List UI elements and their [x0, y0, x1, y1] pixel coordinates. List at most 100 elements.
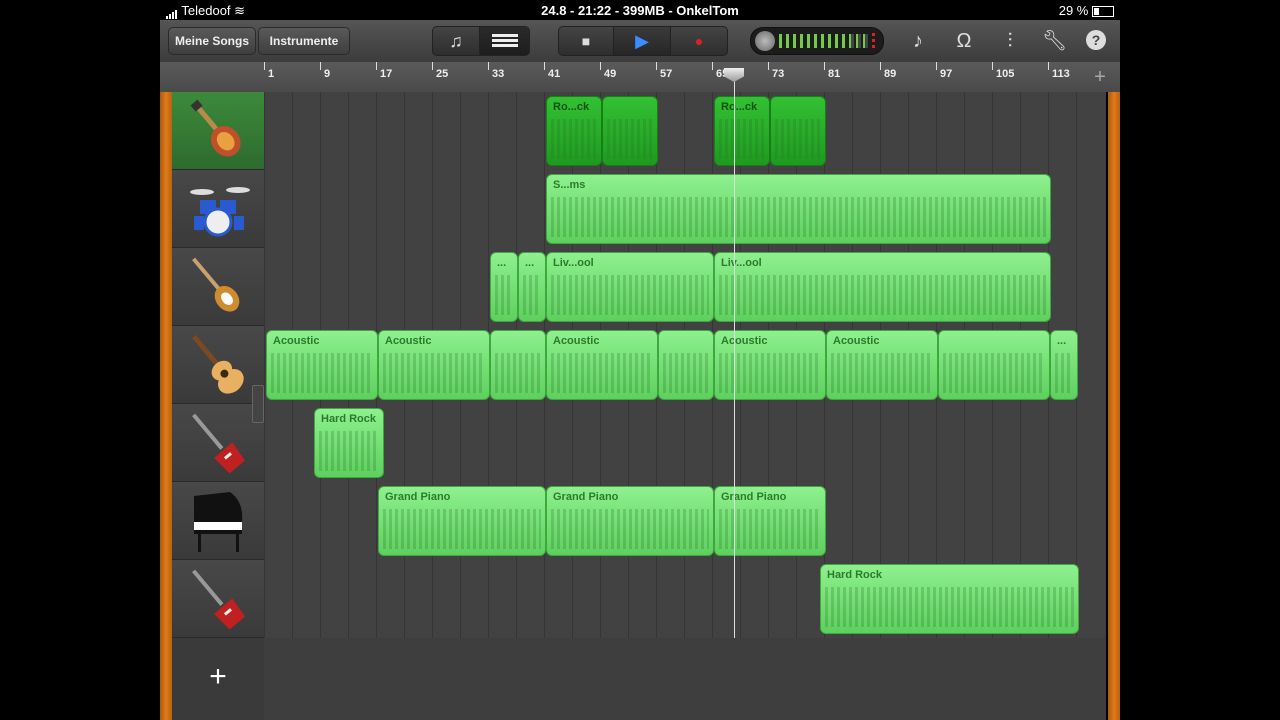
region[interactable]: Hard Rock [820, 564, 1079, 634]
drum-kit-icon [190, 187, 250, 237]
electric-guitar-red-icon [192, 413, 245, 474]
electric-guitar-red-icon [192, 569, 245, 630]
status-bar: Teledoof ≋ 24.8 - 21:22 - 399MB - OnkelT… [160, 0, 1120, 20]
metronome-icon[interactable]: Ω [952, 29, 976, 53]
region[interactable]: Hard Rock [314, 408, 384, 478]
grand-piano-icon [194, 492, 243, 552]
region[interactable] [770, 96, 826, 166]
battery-icon [1092, 6, 1114, 18]
track-lane-1[interactable] [264, 92, 1106, 171]
ruler-tick [264, 62, 265, 70]
ruler-bar-label: 1 [268, 68, 275, 80]
region[interactable]: Ro...ck [714, 96, 770, 166]
add-track-button[interactable]: + [172, 637, 264, 720]
ruler-tick [600, 62, 601, 70]
track-header-6[interactable] [172, 482, 264, 560]
ruler-bar-label: 73 [772, 68, 785, 80]
mixer-icon[interactable]: ⫶ [998, 29, 1022, 53]
ruler-tick [936, 62, 937, 70]
region[interactable] [658, 330, 714, 400]
tracks-view-button[interactable] [480, 27, 529, 55]
ruler-left-spacer [160, 62, 264, 93]
region[interactable]: Acoustic [714, 330, 826, 400]
ruler-tick [880, 62, 881, 70]
ruler-bar-label: 81 [828, 68, 841, 80]
electric-guitar-icon [190, 99, 241, 157]
track-header-5[interactable] [172, 404, 264, 482]
region[interactable]: S...ms [546, 174, 1051, 244]
region[interactable]: Grand Piano [378, 486, 546, 556]
region[interactable]: Liv...ool [546, 252, 714, 322]
battery-percent: 29 % [1058, 3, 1089, 18]
record-button[interactable]: ● [671, 27, 727, 55]
region[interactable]: Acoustic [378, 330, 490, 400]
add-section-button[interactable]: + [1080, 62, 1120, 92]
ruler-tick [768, 62, 769, 70]
ruler-bar-label: 41 [548, 68, 561, 80]
ruler-bar-label: 105 [996, 68, 1015, 80]
region[interactable]: Ro...ck [546, 96, 602, 166]
ruler-tick [544, 62, 545, 70]
toolbar: Meine Songs Instrumente ♫ ■ ▶ ● ♪ Ω ⫶ 🔧︎… [160, 20, 1120, 63]
region[interactable]: Acoustic [266, 330, 378, 400]
ruler-tick [992, 62, 993, 70]
region[interactable]: ... [1050, 330, 1078, 400]
ruler-tick [824, 62, 825, 70]
region[interactable]: ... [518, 252, 546, 322]
track-header-3[interactable] [172, 248, 264, 326]
region[interactable] [490, 330, 546, 400]
region[interactable]: Grand Piano [546, 486, 714, 556]
ruler-tick [320, 62, 321, 70]
ruler-bar-label: 113 [1052, 68, 1070, 80]
tracks-view-icon [491, 34, 518, 48]
track-header-1[interactable] [172, 92, 264, 170]
track-header-7[interactable] [172, 560, 264, 638]
right-wood-panel [1108, 92, 1120, 720]
track-grid: Ro...ck Ro...ck S...ms ... ... Liv...ool… [264, 92, 1106, 720]
instrument-view-button[interactable]: ♫ [433, 27, 480, 55]
ruler-tick [488, 62, 489, 70]
grid-line [264, 92, 265, 638]
clip-indicator [872, 33, 875, 49]
my-songs-button[interactable]: Meine Songs [168, 27, 256, 55]
ruler-bar-label: 97 [940, 68, 953, 80]
ruler-bar-label: 33 [492, 68, 505, 80]
ruler-tick [656, 62, 657, 70]
ruler-tick [432, 62, 433, 70]
help-icon[interactable]: ? [1086, 30, 1106, 50]
region[interactable]: ... [490, 252, 518, 322]
instruments-button[interactable]: Instrumente [258, 27, 350, 55]
ruler-bar-label: 17 [380, 68, 393, 80]
ruler[interactable]: 1 9 17 25 33 41 49 57 65 73 81 89 97 105 113 [264, 62, 1080, 93]
stop-button[interactable]: ■ [559, 27, 614, 55]
region[interactable]: Acoustic [546, 330, 658, 400]
track-resize-handle[interactable] [252, 385, 264, 423]
region[interactable]: Grand Piano [714, 486, 826, 556]
track-lane-5[interactable] [264, 404, 1106, 483]
track-headers [172, 92, 264, 720]
status-title: 24.8 - 21:22 - 399MB - OnkelTom [541, 3, 739, 18]
ruler-bar-label: 9 [324, 68, 331, 80]
play-button[interactable]: ▶ [614, 27, 671, 55]
region[interactable] [602, 96, 658, 166]
ruler-bar-label: 25 [436, 68, 449, 80]
region[interactable]: Liv...ool [714, 252, 1051, 322]
volume-knob[interactable] [755, 31, 775, 51]
level-meter [750, 27, 884, 55]
ruler-tick [1048, 62, 1049, 70]
guitar-view-icon: ♫ [449, 31, 463, 51]
region[interactable]: Acoustic [826, 330, 938, 400]
region[interactable] [938, 330, 1050, 400]
view-switcher: ♫ [432, 26, 530, 56]
ruler-tick [376, 62, 377, 70]
bass-guitar-icon [192, 257, 240, 312]
track-header-4[interactable] [172, 326, 264, 404]
acoustic-guitar-icon [192, 334, 244, 394]
playhead [734, 70, 735, 638]
track-header-2[interactable] [172, 170, 264, 248]
settings-wrench-icon[interactable]: 🔧︎ [1042, 29, 1067, 53]
loops-icon[interactable]: ♪ [906, 29, 930, 53]
empty-area [264, 638, 1106, 720]
left-wood-panel [160, 92, 172, 720]
ruler-bar-label: 89 [884, 68, 897, 80]
